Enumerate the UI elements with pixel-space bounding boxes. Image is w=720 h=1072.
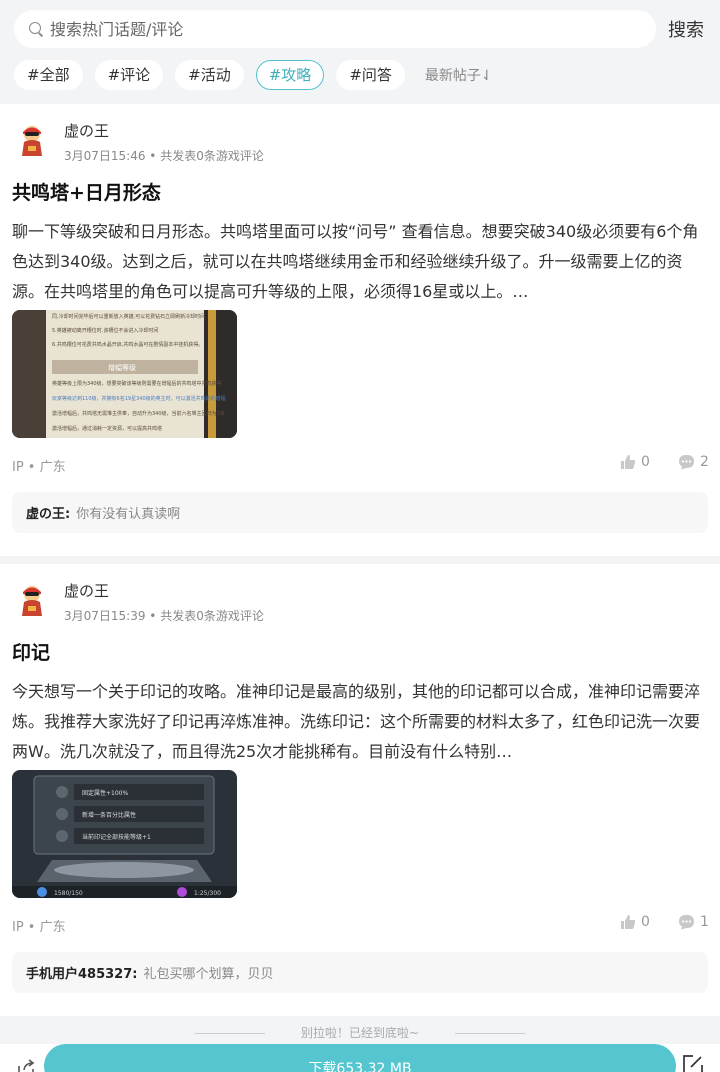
search-icon: [28, 21, 44, 37]
search-button[interactable]: 搜索: [668, 16, 704, 42]
sort-selector[interactable]: 最新帖子⇃: [425, 65, 493, 85]
tag-all[interactable]: #全部: [14, 59, 83, 90]
comment-icon: [679, 455, 694, 470]
avatar[interactable]: [14, 122, 50, 158]
avatar[interactable]: [14, 582, 50, 618]
top-bar: 搜索 #全部 #评论 #活动 #攻略 #问答 最新帖子⇃: [0, 0, 720, 104]
comment-icon: [679, 915, 694, 930]
reply-text: 你有没有认真读啊: [76, 507, 181, 522]
like-button[interactable]: 0: [620, 454, 650, 470]
search-input[interactable]: [50, 19, 610, 39]
thumb-line: 5.英雄被动离开槽位时,该槽位不会进入冷却时间: [52, 327, 158, 334]
thumb-line: 玩家等级达到110级，并拥有6名19星340级的英主时，可以激活共鸣塔的增幅: [52, 395, 226, 402]
thumb-line: 当前印记全部技能等级+1: [82, 833, 151, 841]
thumbs-up-icon: [621, 455, 636, 469]
reply-text: 礼包买哪个划算，贝贝: [143, 967, 274, 982]
post-meta: 3月07日15:39 • 共发表0条游戏评论: [64, 609, 264, 623]
tag-review[interactable]: #评论: [94, 59, 164, 90]
thumb-line: 新增一条百分比属性: [82, 811, 136, 819]
thumb-line: 固定属性+100%: [82, 789, 128, 797]
comment-button[interactable]: 1: [678, 914, 709, 930]
post-excerpt[interactable]: 聊一下等级突破和日月形态。共鸣塔里面可以按“问号” 查看信息。想要突破340级必…: [12, 217, 702, 307]
tag-event[interactable]: #活动: [175, 59, 244, 90]
comment-button[interactable]: 2: [678, 454, 709, 470]
post-card[interactable]: 虚の王 3月07日15:46 • 共发表0条游戏评论 共鸣塔+日月形态 聊一下等…: [0, 104, 720, 556]
post-thumbnail[interactable]: 固定属性+100% 新增一条百分比属性 当前印记全部技能等级+1 1580/15…: [12, 770, 237, 898]
top-reply[interactable]: 手机用户485327: 礼包买哪个划算，贝贝: [12, 952, 708, 993]
reply-user: 手机用户485327:: [26, 967, 138, 982]
bottom-bar: 下载653.32 MB: [0, 1044, 720, 1072]
thumb-line: 6.共鸣槽位可花费共鸣水晶开启,共鸣水晶可在剧情副本中挂机获得。: [52, 341, 203, 348]
download-button[interactable]: 下载653.32 MB: [44, 1044, 676, 1072]
download-label: 下载653.32 MB: [308, 1061, 412, 1072]
thumbs-up-icon: [621, 915, 636, 929]
thumb-line: 同,冷却时间完毕后可以重新放入英雄,可以花费钻石立即刷新冷却时间: [52, 313, 205, 320]
post-title[interactable]: 共鸣塔+日月形态: [12, 178, 161, 205]
thumb-line: 激活增幅后，通过消耗一定资源，可以提高共鸣塔: [52, 425, 162, 432]
post-thumbnail[interactable]: 同,冷却时间完毕后可以重新放入英雄,可以花费钻石立即刷新冷却时间 5.英雄被动离…: [12, 310, 237, 438]
post-meta: 3月07日15:46 • 共发表0条游戏评论: [64, 149, 264, 163]
edit-icon[interactable]: [682, 1054, 704, 1072]
reply-user: 虚の王:: [26, 507, 71, 522]
post-ip: IP • 广东: [12, 460, 66, 475]
thumb-line: 英雄等级上限为340级，想要突破该等级则需要在增幅后的共鸣塔中共鸣获得: [52, 380, 222, 387]
like-count: 0: [641, 914, 650, 930]
thumb-line: 1580/150: [54, 890, 83, 897]
like-count: 0: [641, 454, 650, 470]
search-box[interactable]: [14, 10, 656, 48]
thumb-line: 激活增幅后，共鸣塔无需堆主供奉，自动升为340级，当前六名堆主回归为1级: [52, 410, 225, 417]
comment-count: 1: [700, 914, 709, 930]
topic-tags: #全部 #评论 #活动 #攻略 #问答 最新帖子⇃: [14, 59, 493, 90]
tag-guide[interactable]: #攻略: [255, 59, 325, 90]
post-card[interactable]: 虚の王 3月07日15:39 • 共发表0条游戏评论 印记 今天想写一个关于印记…: [0, 564, 720, 1016]
end-of-list-text: 别拉啦！已经到底啦~: [0, 1024, 720, 1041]
thumb-line: 1:25/300: [194, 890, 221, 897]
tag-qa[interactable]: #问答: [336, 59, 405, 90]
post-title[interactable]: 印记: [12, 638, 50, 665]
end-label: 别拉啦！已经到底啦~: [300, 1026, 420, 1040]
post-ip: IP • 广东: [12, 920, 66, 935]
like-button[interactable]: 0: [620, 914, 650, 930]
top-reply[interactable]: 虚の王: 你有没有认真读啊: [12, 492, 708, 533]
post-author[interactable]: 虚の王: [64, 120, 109, 141]
post-excerpt[interactable]: 今天想写一个关于印记的攻略。准神印记是最高的级别，其他的印记都可以合成，准神印记…: [12, 677, 702, 767]
thumb-line: 增幅等级: [108, 363, 136, 372]
comment-count: 2: [700, 454, 709, 470]
post-author[interactable]: 虚の王: [64, 580, 109, 601]
share-icon[interactable]: [16, 1058, 36, 1072]
